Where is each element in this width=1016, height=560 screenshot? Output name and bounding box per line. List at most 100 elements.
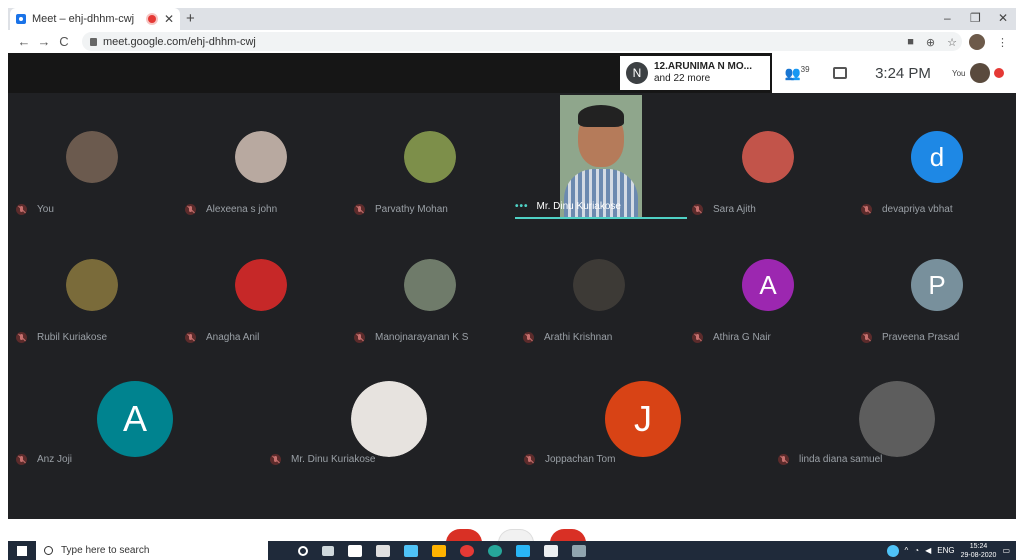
participant-tile[interactable]: Anagha Anil [177,229,345,349]
participant-name: Praveena Prasad [882,332,960,343]
volume-icon[interactable]: ◀ [925,546,931,555]
chevron-up-icon[interactable]: ^ [905,546,909,555]
participant-namerow: Mr. Dinu Kuriakose [270,454,375,465]
participant-tile[interactable]: d devapriya vbhat [853,101,1016,221]
tray-app-icon[interactable] [886,544,899,557]
participant-tile[interactable]: Arathi Krishnan [515,229,683,349]
mic-off-icon [185,332,196,343]
mic-off-icon [861,332,872,343]
participant-avatar [235,259,287,311]
windows-logo-icon [17,545,27,556]
avatar-photo [235,259,287,311]
edge-icon[interactable] [488,544,502,557]
menu-dots-icon[interactable]: ⋮ [997,36,1008,49]
back-button[interactable]: ← [14,34,34,49]
participant-tile[interactable]: You [8,101,176,221]
avatar-photo [573,259,625,311]
browser-tab[interactable]: Meet – ehj-dhhm-cwj ✕ [10,8,180,30]
language-indicator[interactable]: ENG [937,546,954,555]
participant-avatar [404,259,456,311]
participant-namerow: Joppachan Tom [524,454,615,465]
cortana-icon[interactable] [298,545,308,556]
participant-namerow: Parvathy Mohan [354,204,448,215]
participant-name: Alexeena s john [206,204,278,215]
mail-icon[interactable] [376,544,390,557]
participant-tile[interactable]: A Anz Joji [8,357,262,471]
meet-favicon-icon [16,14,26,24]
participant-namerow: Rubil Kuriakose [16,332,107,343]
mic-off-icon [523,332,534,343]
reload-button[interactable]: C [54,34,74,49]
new-tab-button[interactable]: + [186,10,195,27]
participant-namerow: Sara Ajith [692,204,756,215]
lock-icon [90,37,97,46]
participant-tile[interactable]: Alexeena s john [177,101,345,221]
participant-name: Mr. Dinu Kuriakose [291,454,376,465]
people-count: 39 [800,64,810,74]
task-view-icon[interactable] [322,545,334,556]
participant-tile[interactable]: A Athira G Nair [684,229,852,349]
browser-actions: ■ ⊕ ☆ ⋮ [907,34,1008,50]
store-icon[interactable] [348,544,362,557]
screen: Meet – ehj-dhhm-cwj ✕ + – ❐ ✕ ← → C meet… [0,0,1016,560]
tab-close-button[interactable]: ✕ [164,12,174,26]
vscode-icon[interactable] [516,544,530,557]
participant-tile[interactable]: Mr. Dinu Kuriakose [262,357,516,471]
address-bar[interactable]: meet.google.com/ehj-dhhm-cwj [82,32,962,51]
close-window-button[interactable]: ✕ [998,11,1008,25]
chat-button[interactable] [822,67,858,79]
active-speaker-tile[interactable]: ••• Mr. Dinu Kuriakose [515,93,687,221]
participant-tile[interactable]: P Praveena Prasad [853,229,1016,349]
zoom-icon[interactable]: ⊕ [926,36,935,49]
participant-tile[interactable]: J Joppachan Tom [516,357,770,471]
participant-avatar: J [605,381,681,457]
wifi-icon[interactable]: ◔ [914,546,919,555]
clock-date: 29-08-2020 [960,551,997,559]
taskbar-search[interactable]: Type here to search [36,541,268,560]
file-explorer-icon[interactable] [432,544,446,557]
speaker-video [560,95,642,217]
participant-tile[interactable]: Sara Ajith [684,101,852,221]
dropbox-icon[interactable] [404,544,418,557]
forward-button[interactable]: → [34,34,54,49]
profile-avatar[interactable] [969,34,985,50]
participant-name: Sara Ajith [713,204,756,215]
participant-avatar [351,381,427,457]
camera-icon[interactable]: ■ [907,36,914,48]
participant-tile[interactable]: linda diana samuel [770,357,1016,471]
bookmark-star-icon[interactable]: ☆ [947,36,957,49]
participant-tile[interactable]: Rubil Kuriakose [8,229,176,349]
participant-avatar [235,131,287,183]
avatar-photo [859,381,935,457]
participant-namerow: Praveena Prasad [861,332,959,343]
system-tray: ^ ◔ ◀ ENG 15:24 29-08-2020 ▭ [886,541,1010,560]
notification-icon[interactable]: ▭ [1002,546,1010,555]
self-avatar[interactable] [969,63,990,83]
mic-off-icon [354,204,365,215]
participant-tile[interactable]: Manojnarayanan K S [346,229,514,349]
mic-off-icon [692,204,703,215]
participant-namerow: Alexeena s john [185,204,277,215]
photos-icon[interactable] [572,544,586,557]
clock[interactable]: 15:24 29-08-2020 [961,542,997,560]
chrome-icon[interactable] [460,544,474,557]
search-placeholder: Type here to search [61,545,150,556]
minimize-button[interactable]: – [944,11,951,25]
people-button[interactable]: 👥39 [772,65,822,81]
speaking-indicator-icon: ••• [515,201,529,212]
participant-name: Joppachan Tom [545,454,616,465]
avatar-photo [404,259,456,311]
presenter-more: and 22 more [654,73,711,84]
media-icon[interactable] [544,544,558,557]
participant-avatar [404,131,456,183]
participant-avatar [742,131,794,183]
participant-name: Rubil Kuriakose [37,332,108,343]
start-button[interactable] [8,545,36,556]
recording-icon [147,15,156,23]
meeting-time: 3:24 PM [875,64,931,82]
speaker-name: Mr. Dinu Kuriakose [536,201,621,212]
participant-avatar: P [911,259,963,311]
maximize-button[interactable]: ❐ [970,11,981,25]
presenter-chip[interactable]: N 12.ARUNIMA N MO... and 22 more [620,56,770,90]
participant-tile[interactable]: Parvathy Mohan [346,101,514,221]
